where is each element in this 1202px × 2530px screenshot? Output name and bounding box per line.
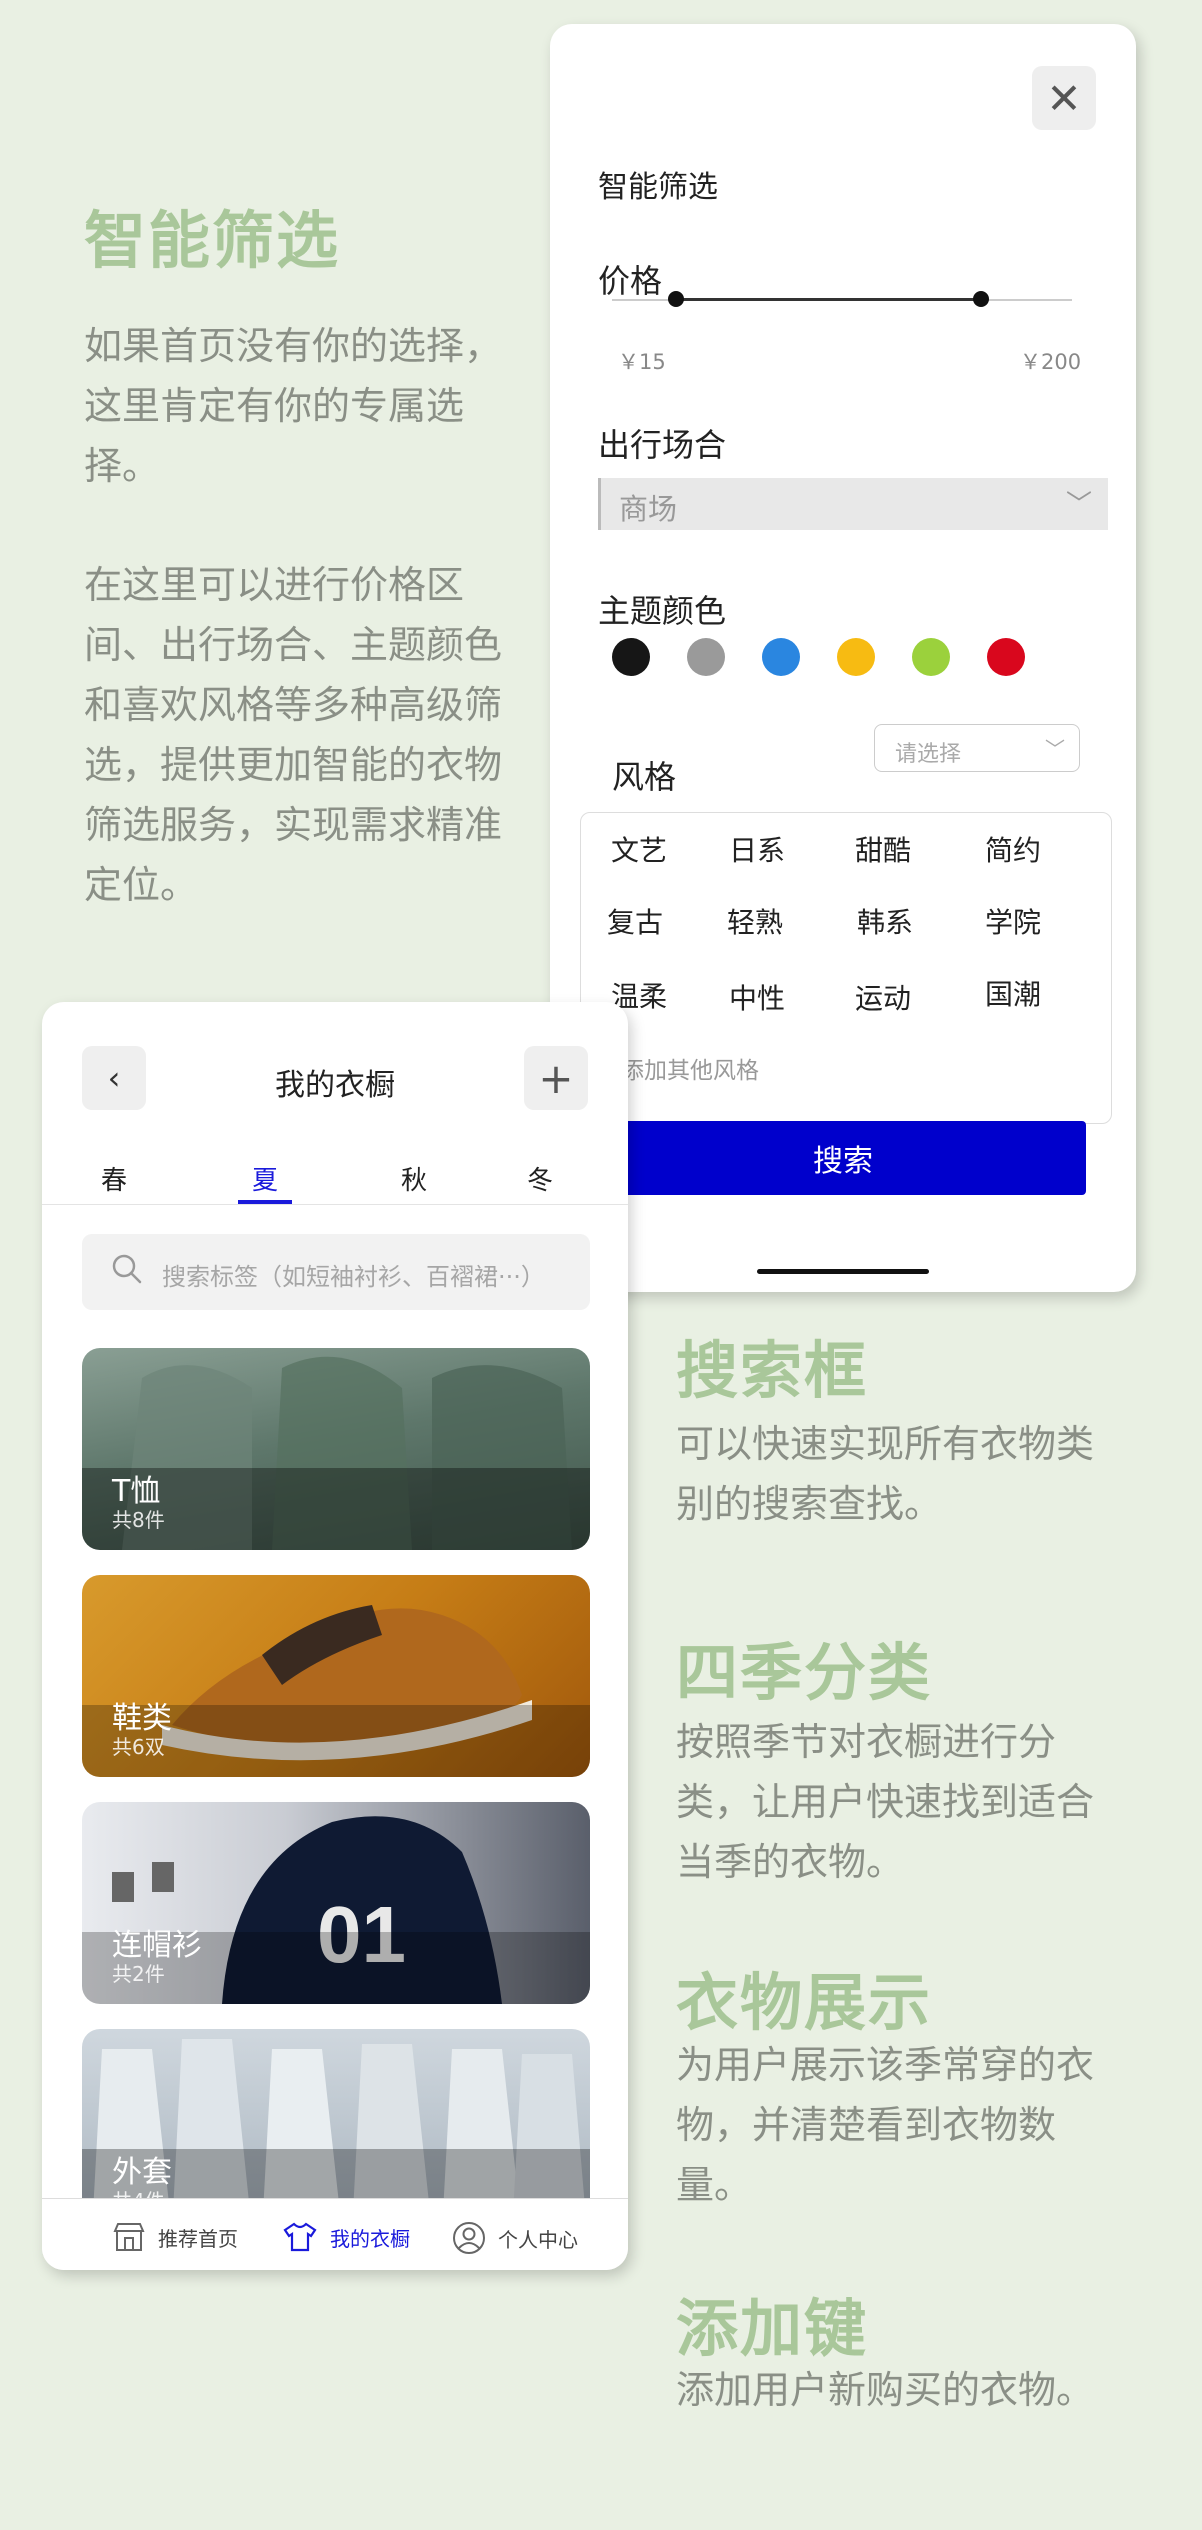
tab-summer[interactable]: 夏 <box>235 1160 295 1197</box>
nav-item-wardrobe[interactable]: 我的衣橱 <box>282 2221 410 2253</box>
wardrobe-screen: ‹ 我的衣橱 + 春 夏 秋 冬 搜索标签（如短袖衬衫、百褶裙···） T恤 共… <box>42 1002 628 2270</box>
style-tag[interactable]: 韩系 <box>857 901 913 941</box>
user-icon <box>453 2222 485 2254</box>
add-style-link[interactable]: 添加其他风格 <box>621 1051 759 1085</box>
style-tag[interactable]: 轻熟 <box>727 901 783 941</box>
style-select-placeholder: 请选择 <box>895 742 962 767</box>
plus-icon: + <box>538 1053 574 1103</box>
tab-winter[interactable]: 冬 <box>510 1160 570 1197</box>
style-tag[interactable]: 中性 <box>729 977 785 1017</box>
color-swatch-red[interactable] <box>987 638 1025 676</box>
occasion-label: 出行场合 <box>598 426 727 464</box>
tab-autumn[interactable]: 秋 <box>384 1160 444 1197</box>
style-tag-box: 文艺 日系 甜酷 简约 复古 轻熟 韩系 学院 温柔 中性 运动 国潮 添加其他… <box>580 812 1112 1124</box>
style-label: 风格 <box>612 758 677 796</box>
color-swatch-yellow[interactable] <box>837 638 875 676</box>
intro-title: 智能筛选 <box>84 204 341 277</box>
category-count: 共8件 <box>112 1508 165 1532</box>
feature-text: 可以快速实现所有衣物类别的搜索查找。 <box>676 1422 1095 1526</box>
bottom-nav: 推荐首页 我的衣橱 个人中心 <box>42 2198 628 2270</box>
price-label: 价格 <box>598 262 663 300</box>
style-tag[interactable]: 国潮 <box>985 973 1041 1013</box>
style-select[interactable]: 请选择 ﹀ <box>874 724 1080 772</box>
price-min-handle[interactable] <box>668 291 684 307</box>
add-button[interactable]: + <box>524 1046 588 1110</box>
category-card-shoes[interactable]: 鞋类 共6双 <box>82 1575 590 1777</box>
feature-text: 按照季节对衣橱进行分类，让用户快速找到适合当季的衣物。 <box>676 1720 1095 1884</box>
color-swatch-gray[interactable] <box>687 638 725 676</box>
price-max-handle[interactable] <box>973 291 989 307</box>
nav-label: 推荐首页 <box>158 2226 238 2251</box>
tab-spring[interactable]: 春 <box>84 1160 144 1197</box>
nav-label: 个人中心 <box>498 2227 578 2252</box>
occasion-value: 商场 <box>619 492 678 526</box>
price-slider-range <box>675 298 980 301</box>
style-tag[interactable]: 文艺 <box>611 829 667 869</box>
filter-title: 智能筛选 <box>598 170 718 205</box>
search-button[interactable]: 搜索 <box>600 1121 1086 1195</box>
chevron-down-icon: ﹀ <box>1045 737 1065 761</box>
color-swatch-green[interactable] <box>912 638 950 676</box>
feature-title: 添加键 <box>676 2292 869 2365</box>
feature-text: 为用户展示该季常穿的衣物，并清楚看到衣物数量。 <box>676 2043 1095 2207</box>
close-icon: ✕ <box>1046 73 1082 123</box>
nav-label: 我的衣橱 <box>330 2226 410 2251</box>
color-label: 主题颜色 <box>598 592 727 630</box>
style-tag[interactable]: 日系 <box>729 829 785 869</box>
feature-title: 四季分类 <box>676 1636 933 1709</box>
tabs-divider <box>42 1204 628 1205</box>
style-tag[interactable]: 简约 <box>985 829 1041 869</box>
nav-item-profile[interactable]: 个人中心 <box>452 2221 578 2255</box>
close-button[interactable]: ✕ <box>1032 66 1096 130</box>
category-count: 共6双 <box>112 1735 165 1759</box>
shirt-icon <box>283 2222 317 2252</box>
style-tag[interactable]: 运动 <box>855 977 911 1017</box>
occasion-select[interactable]: 商场 ﹀ <box>598 478 1108 530</box>
intro-paragraph-2: 在这里可以进行价格区间、出行场合、主题颜色和喜欢风格等多种高级筛选，提供更加智能… <box>84 563 503 907</box>
feature-text: 添加用户新购买的衣物。 <box>676 2368 1095 2412</box>
intro-paragraph-1: 如果首页没有你的选择，这里肯定有你的专属选择。 <box>84 324 503 488</box>
category-count: 共2件 <box>112 1962 165 1986</box>
style-tag[interactable]: 甜酷 <box>855 829 911 869</box>
search-input[interactable]: 搜索标签（如短袖衬衫、百褶裙···） <box>82 1234 590 1310</box>
category-card-hoodie[interactable]: 01 连帽衫 共2件 <box>82 1802 590 2004</box>
nav-item-home[interactable]: 推荐首页 <box>112 2221 238 2253</box>
color-swatch-black[interactable] <box>612 638 650 676</box>
style-tag[interactable]: 复古 <box>607 901 663 941</box>
price-max-value: ￥200 <box>1020 350 1082 374</box>
search-placeholder: 搜索标签（如短袖衬衫、百褶裙···） <box>162 1263 545 1291</box>
feature-title: 衣物展示 <box>676 1966 933 2039</box>
category-card-tshirt[interactable]: T恤 共8件 <box>82 1348 590 1550</box>
filter-panel: ✕ 智能筛选 价格 ￥15 ￥200 出行场合 商场 ﹀ 主题颜色 风格 请选择… <box>550 24 1136 1292</box>
search-icon <box>112 1254 142 1284</box>
price-min-value: ￥15 <box>618 350 666 374</box>
store-icon <box>113 2223 145 2251</box>
style-tag[interactable]: 学院 <box>985 901 1041 941</box>
color-swatch-blue[interactable] <box>762 638 800 676</box>
home-indicator <box>757 1269 929 1274</box>
feature-title: 搜索框 <box>676 1334 869 1407</box>
chevron-down-icon: ﹀ <box>1065 490 1092 520</box>
